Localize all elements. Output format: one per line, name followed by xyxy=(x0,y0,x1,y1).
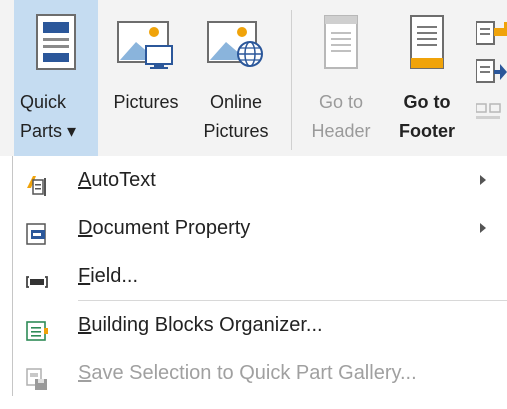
go-to-footer-icon xyxy=(407,14,447,76)
menu-item-save-selection[interactable]: Save Selection to Quick Part Gallery... xyxy=(13,349,507,397)
go-to-footer-label-line2: Footer xyxy=(399,121,455,141)
quick-parts-button[interactable]: Quick Parts ▾ xyxy=(14,0,98,156)
quick-parts-label-line2: Parts ▾ xyxy=(20,121,77,141)
pictures-icon xyxy=(116,14,176,76)
menu-item-document-property[interactable]: Document Property xyxy=(13,204,507,252)
go-to-header-button[interactable]: Go to Header xyxy=(298,0,384,156)
menu-item-autotext[interactable]: AutoText xyxy=(13,156,507,204)
ribbon-small-buttons-edge xyxy=(475,0,507,156)
quick-parts-dropdown-menu: AutoText Document Property Field... Buil… xyxy=(12,156,507,396)
go-to-header-label-line2: Header xyxy=(311,121,371,141)
field-label: Field... xyxy=(78,265,139,287)
save-selection-label: Save Selection to Quick Part Gallery... xyxy=(78,362,417,384)
pictures-label: Pictures xyxy=(113,92,179,112)
quick-parts-label-line1: Quick xyxy=(20,92,67,112)
menu-item-building-blocks-organizer[interactable]: Building Blocks Organizer... xyxy=(13,301,507,349)
submenu-arrow-icon xyxy=(480,223,486,233)
online-pictures-button[interactable]: Online Pictures xyxy=(194,0,278,156)
go-to-footer-button[interactable]: Go to Footer xyxy=(384,0,470,156)
autotext-label: AutoText xyxy=(78,169,156,191)
building-blocks-icon xyxy=(25,313,49,341)
document-property-label: Document Property xyxy=(78,217,251,239)
go-to-header-icon xyxy=(321,14,361,76)
online-pictures-label-line1: Online xyxy=(209,92,263,112)
submenu-arrow-icon xyxy=(480,175,486,185)
document-property-icon xyxy=(25,216,49,245)
quick-parts-icon xyxy=(36,14,76,76)
autotext-icon xyxy=(25,168,49,196)
pictures-button[interactable]: Pictures xyxy=(98,0,194,156)
go-to-footer-label-line1: Go to xyxy=(403,92,451,112)
building-blocks-organizer-label: Building Blocks Organizer... xyxy=(78,314,323,336)
online-pictures-label-line2: Pictures xyxy=(203,121,269,141)
menu-item-field[interactable]: Field... xyxy=(13,252,507,300)
next-section-icon xyxy=(475,59,507,83)
save-selection-icon xyxy=(25,361,49,390)
ribbon-separator xyxy=(291,10,292,150)
online-pictures-icon xyxy=(206,14,266,76)
link-to-previous-icon xyxy=(475,103,501,119)
ribbon-header-footer-group: Quick Parts ▾ Pictures Online Pictures G… xyxy=(0,0,507,156)
field-icon xyxy=(25,264,49,288)
previous-section-icon xyxy=(475,21,507,45)
go-to-header-label-line1: Go to xyxy=(318,92,364,112)
